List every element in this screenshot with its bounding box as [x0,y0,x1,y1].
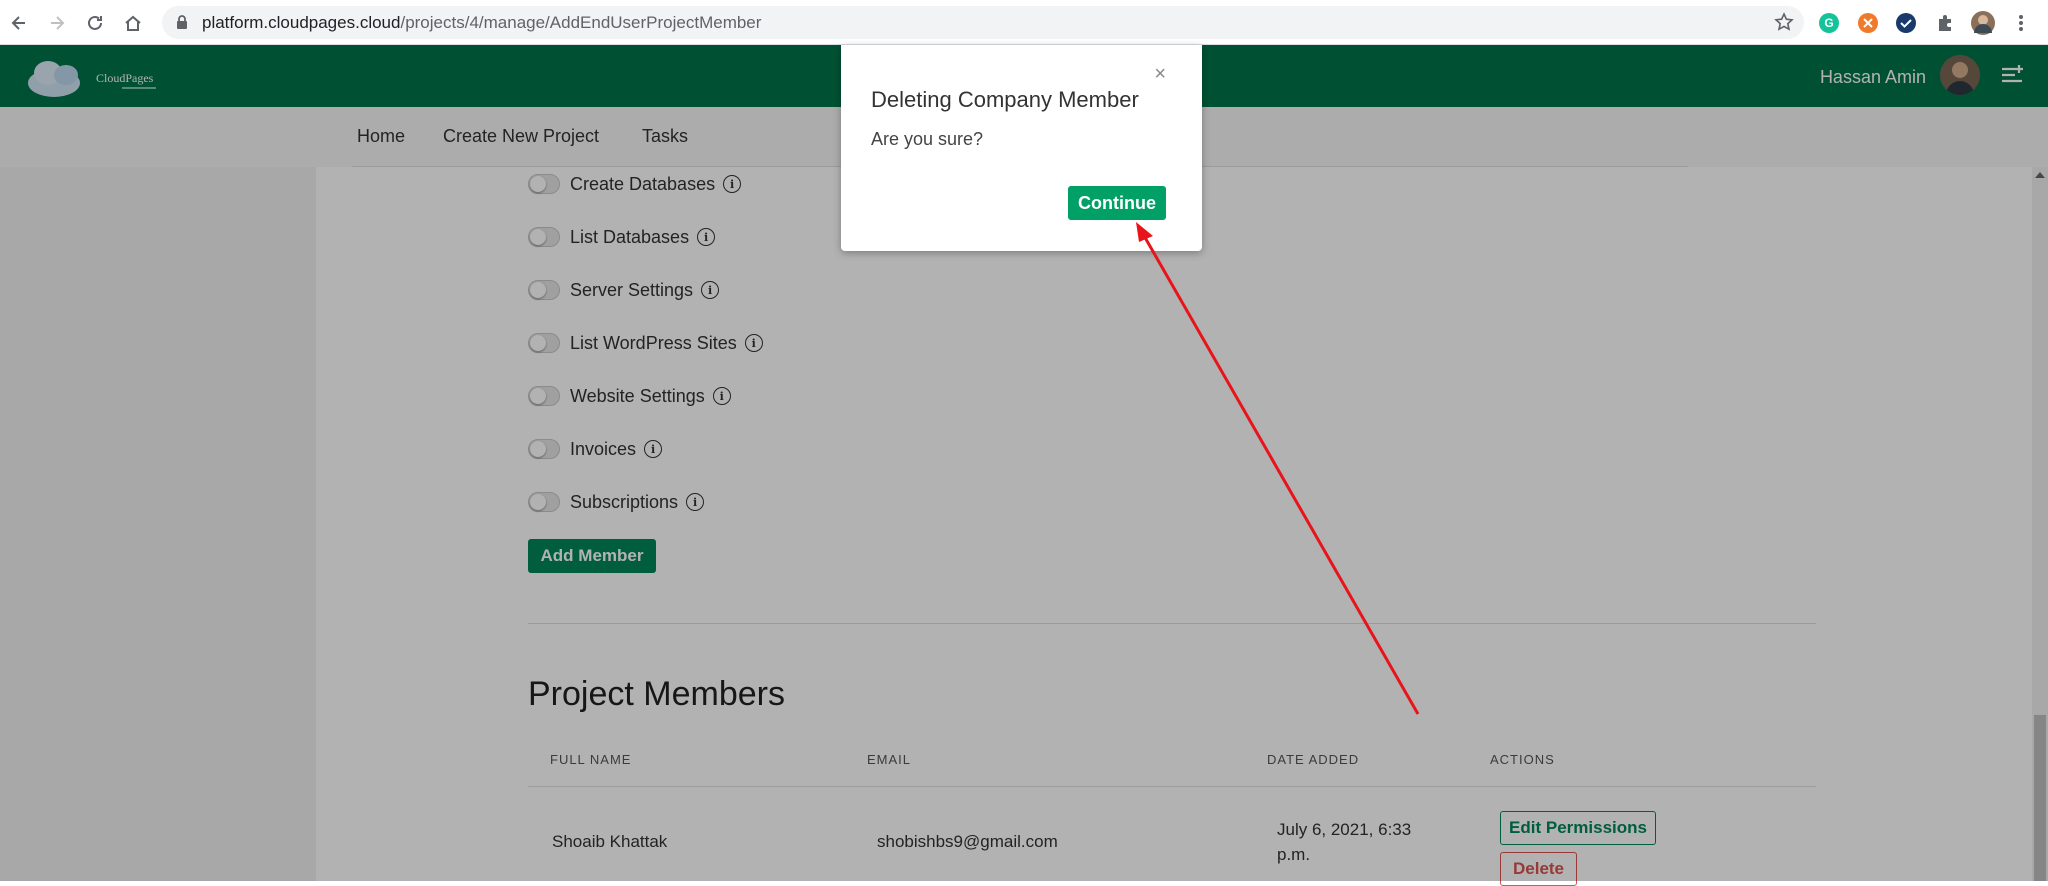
reload-icon[interactable] [80,8,110,38]
orange-extension-icon[interactable] [1855,10,1881,36]
svg-text:G: G [1824,16,1833,30]
bookmark-star-icon[interactable] [1774,12,1794,32]
forward-icon[interactable] [42,8,72,38]
grammarly-extension-icon[interactable]: G [1816,10,1842,36]
profile-avatar[interactable] [1970,10,1996,36]
lock-icon [177,15,187,29]
home-icon[interactable] [118,8,148,38]
continue-button[interactable]: Continue [1068,186,1166,220]
modal-message: Are you sure? [871,129,984,149]
url-text: platform.cloudpages.cloud/projects/4/man… [202,13,762,32]
close-icon[interactable]: × [1154,63,1166,86]
chrome-menu-icon[interactable] [2008,10,2034,36]
modal-title: Deleting Company Member [871,87,1139,112]
delete-confirmation-modal: × Deleting Company Member Are you sure? … [841,45,1202,251]
address-bar[interactable]: platform.cloudpages.cloud/projects/4/man… [162,6,1804,39]
check-extension-icon[interactable] [1893,10,1919,36]
extensions-puzzle-icon[interactable] [1932,10,1958,36]
back-icon[interactable] [4,8,34,38]
browser-toolbar: platform.cloudpages.cloud/projects/4/man… [0,0,2048,45]
